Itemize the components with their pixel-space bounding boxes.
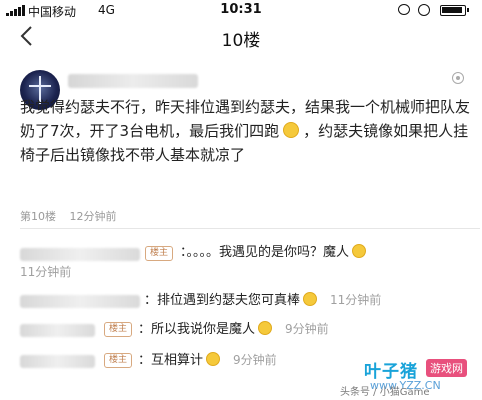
smiley-emoji-icon	[352, 244, 367, 258]
reply-time: 9分钟前	[233, 353, 277, 367]
smiley-emoji-icon	[206, 352, 221, 366]
smiley-emoji-icon	[258, 321, 273, 335]
watermark: 叶子猪 游戏网 www.YZZ.CN 头条号 / 小猫Game	[340, 355, 482, 400]
reply-time: 11分钟前	[330, 293, 382, 307]
reply-text: ：互相算计 9分钟前	[138, 352, 277, 368]
reply-username-blurred	[20, 248, 140, 261]
divider	[20, 228, 480, 229]
post-meta: 第10楼 12分钟前	[20, 208, 117, 224]
watermark-game-tag: 游戏网	[426, 359, 467, 377]
nav-bar: 10楼	[0, 20, 482, 52]
reply-text: ：所以我说你是魔人 9分钟前	[138, 321, 329, 337]
watermark-source: 头条号 / 小猫Game	[340, 387, 430, 398]
status-bar: 中国移动 4G 10:31	[0, 0, 482, 20]
reply-username-blurred	[20, 324, 95, 337]
reply-username-blurred	[20, 295, 140, 308]
smiley-emoji-icon	[303, 292, 318, 306]
reply-text: ：排位遇到约瑟夫您可真棒 11分钟前	[144, 292, 382, 308]
op-badge: 楼主	[104, 322, 133, 337]
page-title: 10楼	[221, 31, 261, 51]
battery-icon	[440, 5, 469, 16]
reply-time: 9分钟前	[285, 322, 329, 336]
reply-text: ：。。。。我遇见的是你吗？魔人	[180, 244, 369, 262]
rotation-lock-icon	[398, 4, 410, 15]
reply-username-blurred	[20, 355, 95, 368]
floor-number: 第10楼	[20, 210, 56, 223]
more-options-icon[interactable]	[452, 72, 464, 84]
alarm-icon	[418, 4, 430, 16]
post-body: 我觉得约瑟夫不行，昨天排位遇到约瑟夫，结果我一个机械师把队友奶了7次，开了3台电…	[20, 95, 476, 167]
post-time: 12分钟前	[69, 210, 117, 223]
reply-time: 11分钟前	[20, 265, 72, 279]
smiley-emoji-icon	[283, 122, 300, 138]
op-badge: 楼主	[145, 246, 174, 261]
op-badge: 楼主	[104, 353, 133, 368]
username-blurred[interactable]	[68, 74, 198, 88]
